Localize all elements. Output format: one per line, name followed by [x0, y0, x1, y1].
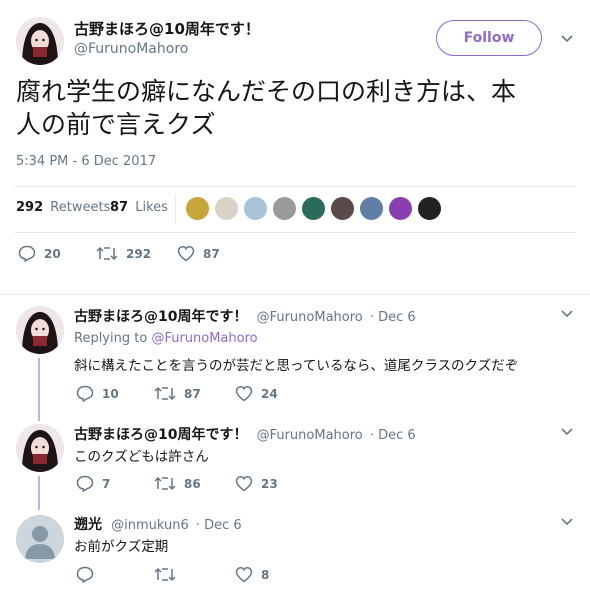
like-action[interactable]: 23	[235, 475, 278, 492]
reply-author-name[interactable]: 遡光	[74, 517, 102, 533]
reply-author-handle[interactable]: @inmukun6	[111, 518, 189, 533]
reply-text: このクズどもは許さん	[74, 449, 209, 465]
reply-text: 斜に構えたことを言うのが芸だと思っているなら、道尾クラスのクズだぞ	[74, 358, 519, 374]
like-count: 23	[261, 476, 278, 491]
reply-date[interactable]: · Dec 6	[196, 518, 242, 533]
reply-icon	[76, 385, 94, 402]
chevron-down-icon[interactable]	[560, 517, 574, 527]
reply-action[interactable]: 10	[76, 385, 119, 402]
author-name[interactable]: 古野まほろ@10周年です！	[74, 18, 260, 39]
tweet-text-line-1: 腐れ学生の癖になんだその口の利き方は、本	[16, 77, 517, 106]
reply-author-handle[interactable]: @FurunoMahoro	[257, 310, 363, 325]
default-avatar-icon[interactable]	[16, 515, 64, 563]
retweets-count: 292	[16, 200, 44, 215]
retweet-action[interactable]	[154, 566, 184, 583]
reply-text: お前がクズ定期	[74, 539, 169, 555]
reply-author-name[interactable]: 古野まほろ@10周年です！	[74, 309, 247, 325]
liker-avatar[interactable]	[388, 196, 413, 221]
reply-author-handle[interactable]: @FurunoMahoro	[257, 428, 363, 443]
retweet-action[interactable]: 86	[154, 475, 201, 492]
reply-action[interactable]	[76, 566, 102, 583]
reply-count: 20	[44, 246, 61, 261]
thread-connector	[38, 476, 40, 510]
reply-author-name[interactable]: 古野まほろ@10周年です！	[74, 427, 247, 443]
retweet-icon	[96, 246, 118, 261]
like-action[interactable]: 24	[235, 385, 278, 402]
reply-icon	[18, 245, 36, 262]
reply-avatar[interactable]	[16, 306, 64, 354]
like-count: 24	[261, 386, 278, 401]
heart-icon	[235, 476, 253, 492]
retweet-count: 87	[184, 386, 201, 401]
liker-avatar[interactable]	[243, 196, 268, 221]
reply-action[interactable]: 20	[18, 245, 61, 262]
replying-to: Replying to @FurunoMahoro	[74, 331, 258, 346]
liker-avatar[interactable]	[185, 196, 210, 221]
likes-label: Likes	[135, 200, 168, 215]
like-count: 8	[261, 567, 270, 582]
follow-button[interactable]: Follow	[436, 20, 542, 56]
liker-avatar[interactable]	[417, 196, 442, 221]
divider-vertical	[175, 194, 176, 224]
chevron-down-icon[interactable]	[560, 309, 574, 319]
like-count: 87	[203, 246, 220, 261]
reply-date[interactable]: · Dec 6	[370, 310, 416, 325]
liker-avatar[interactable]	[301, 196, 326, 221]
divider	[14, 232, 576, 233]
likes-count: 87	[110, 200, 129, 215]
heart-icon	[235, 386, 253, 402]
retweet-count: 86	[184, 476, 201, 491]
reply-count: 10	[102, 386, 119, 401]
reply-icon	[76, 566, 94, 583]
reply-header: 古野まほろ@10周年です！ @FurunoMahoro · Dec 6	[74, 424, 416, 444]
chevron-down-icon[interactable]	[560, 34, 574, 44]
section-divider	[0, 294, 590, 295]
chevron-down-icon[interactable]	[560, 427, 574, 437]
retweets-label: Retweets	[50, 200, 111, 215]
retweet-icon	[154, 386, 176, 401]
author-avatar[interactable]	[16, 17, 64, 65]
retweet-action[interactable]: 292	[96, 245, 151, 262]
heart-icon	[177, 246, 195, 262]
thread-connector	[38, 358, 40, 421]
reply-icon	[76, 475, 94, 492]
retweet-count: 292	[126, 246, 152, 261]
reply-date[interactable]: · Dec 6	[370, 428, 416, 443]
tweet-timestamp[interactable]: 5:34 PM - 6 Dec 2017	[16, 154, 156, 169]
tweet-text-line-2: 人の前で言えクズ	[16, 110, 216, 139]
reply-header: 古野まほろ@10周年です！ @FurunoMahoro · Dec 6	[74, 306, 416, 326]
replying-to-link[interactable]: @FurunoMahoro	[151, 331, 257, 346]
like-action[interactable]: 8	[235, 566, 269, 583]
liker-avatar[interactable]	[272, 196, 297, 221]
reply-action[interactable]: 7	[76, 475, 110, 492]
retweets-stat[interactable]: 292 Retweets	[16, 200, 110, 215]
retweet-icon	[154, 476, 176, 491]
reply-count: 7	[102, 476, 111, 491]
author-handle[interactable]: @FurunoMahoro	[74, 41, 188, 57]
likes-stat[interactable]: 87 Likes	[110, 200, 168, 215]
liker-avatar[interactable]	[330, 196, 355, 221]
like-action[interactable]: 87	[177, 245, 220, 262]
reply-avatar[interactable]	[16, 424, 64, 472]
liker-avatar[interactable]	[359, 196, 384, 221]
divider	[14, 186, 576, 187]
retweet-icon	[154, 567, 176, 582]
liker-avatar[interactable]	[214, 196, 239, 221]
reply-header: 遡光 @inmukun6 · Dec 6	[74, 514, 242, 534]
replying-to-label: Replying to	[74, 331, 152, 346]
retweet-action[interactable]: 87	[154, 385, 201, 402]
heart-icon	[235, 567, 253, 583]
